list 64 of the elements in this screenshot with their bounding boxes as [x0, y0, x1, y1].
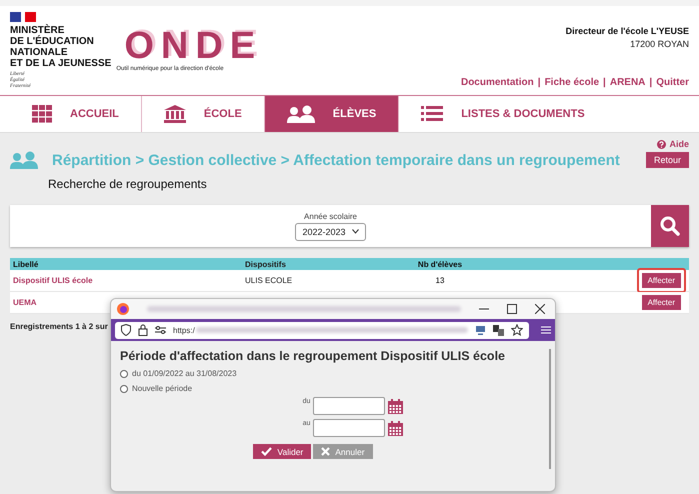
assign-button[interactable]: Affecter	[642, 273, 681, 288]
radio-button[interactable]	[120, 370, 128, 378]
separator: |	[603, 77, 606, 88]
separator: |	[538, 77, 541, 88]
header-link[interactable]: Quitter	[656, 77, 689, 88]
school-city: 17200 ROYAN	[630, 39, 689, 49]
validate-button[interactable]: Valider	[253, 444, 312, 459]
calendar-icon[interactable]	[388, 421, 404, 436]
column-header: Nb d'élèves	[416, 260, 464, 268]
lock-icon	[138, 324, 148, 336]
column-header: Dispositifs	[245, 260, 287, 268]
nav-tab[interactable]: ÉCOLE	[142, 96, 265, 132]
sliders-icon	[155, 325, 166, 335]
table-cell-text: 13	[434, 276, 446, 285]
field-label: Année scolaire	[304, 212, 357, 220]
browser-icon	[117, 303, 129, 315]
record-count: Enregistrements 1 à 2 sur	[10, 322, 108, 331]
nav-tab[interactable]: ÉLÈVES	[264, 96, 400, 132]
check-icon	[261, 447, 272, 456]
user-name: Directeur de l'école L'YEUSE	[566, 26, 689, 36]
nav-tab[interactable]: LISTES & DOCUMENTS	[399, 96, 607, 132]
grid-icon	[32, 105, 52, 123]
help-link[interactable]: Aide	[657, 139, 689, 149]
dialog-title: Période d'affectation dans le regroupement Dispositif ULIS école	[120, 349, 506, 363]
section-subtitle: Recherche de regroupements	[48, 177, 208, 191]
year-select[interactable]: 2022-2023	[295, 222, 366, 240]
people-icon	[286, 105, 315, 123]
search-button[interactable]	[651, 205, 689, 247]
table-cell-text: ULIS ECOLE	[245, 276, 294, 285]
option-label: Nouvelle période	[132, 384, 192, 393]
list-icon	[421, 106, 444, 122]
help-icon	[657, 140, 666, 148]
url-text: https:/	[173, 326, 195, 334]
page-title: Répartition > Gestion collective > Affectation temporaire dans un regroupement	[52, 152, 621, 168]
shield-icon	[121, 324, 131, 336]
menu-icon[interactable]	[541, 326, 551, 334]
scrollbar[interactable]	[549, 349, 551, 469]
header-link[interactable]: Fiche école	[544, 77, 600, 88]
header-link[interactable]: Documentation	[460, 77, 534, 88]
search-icon	[660, 216, 680, 236]
close-icon[interactable]	[535, 304, 545, 314]
date-field[interactable]	[313, 397, 386, 415]
address-bar[interactable]: https:/	[115, 322, 529, 338]
people-icon	[10, 151, 38, 169]
date-field[interactable]	[313, 419, 386, 437]
column-header: Libellé	[12, 260, 40, 268]
row-link[interactable]: Dispositif ULIS école	[10, 276, 245, 285]
maximize-icon[interactable]	[507, 304, 517, 314]
flag-icon	[10, 12, 36, 22]
app-logo: ONDE	[124, 28, 262, 64]
star-icon[interactable]	[511, 324, 523, 336]
monitor-icon	[475, 324, 486, 336]
separator: |	[649, 77, 652, 88]
ministry-name: MINISTÈRE DE L'ÉDUCATION NATIONALE ET DE LA JEUNESSE	[10, 25, 112, 69]
nav-tab[interactable]: ACCUEIL	[10, 96, 142, 132]
radio-button[interactable]	[120, 384, 128, 392]
chevron-icon	[352, 229, 359, 234]
header-link[interactable]: ARENA	[610, 77, 646, 88]
assign-button[interactable]: Affecter	[642, 295, 681, 310]
back-button[interactable]: Retour	[646, 152, 689, 168]
calendar-icon[interactable]	[388, 399, 404, 414]
option-label: du 01/09/2022 au 31/08/2023	[132, 369, 237, 378]
cross-icon	[321, 447, 330, 456]
bank-icon	[164, 105, 186, 123]
